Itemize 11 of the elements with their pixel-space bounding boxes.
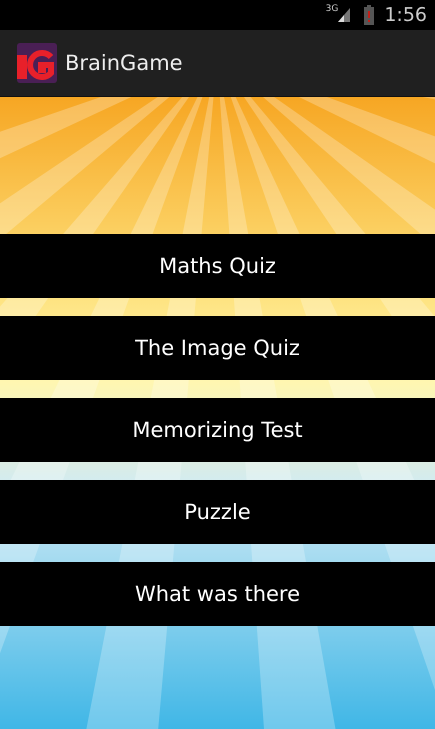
menu-button[interactable]: The Image Quiz: [0, 316, 435, 380]
battery-icon: [364, 5, 374, 25]
clock-time: 1:56: [384, 4, 427, 26]
app-title: BrainGame: [65, 51, 183, 75]
network-type: 3G: [326, 4, 338, 14]
signal-icon: [338, 8, 350, 22]
menu-button[interactable]: Maths Quiz: [0, 234, 435, 298]
menu-button[interactable]: What was there: [0, 562, 435, 626]
menu-button[interactable]: Memorizing Test: [0, 398, 435, 462]
app-logo-icon: [17, 43, 57, 83]
menu-button[interactable]: Puzzle: [0, 480, 435, 544]
